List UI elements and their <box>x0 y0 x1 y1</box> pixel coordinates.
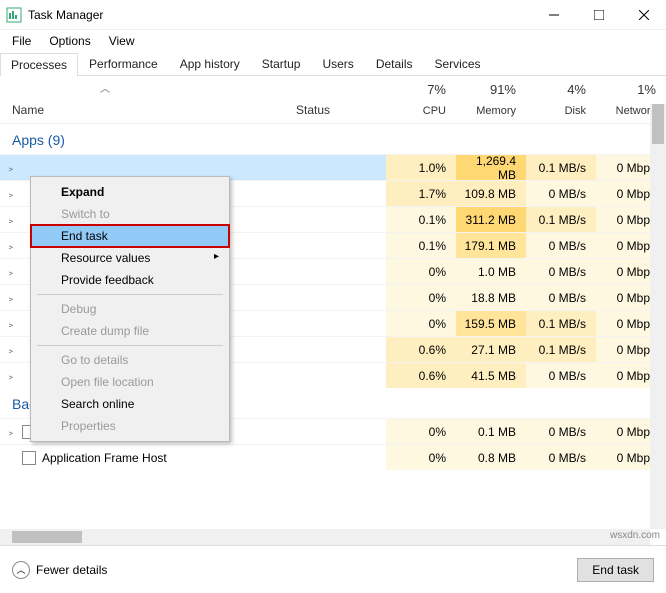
group-apps[interactable]: Apps (9) <box>0 124 666 154</box>
cpu-cell: 0% <box>386 259 456 284</box>
vertical-scrollbar[interactable] <box>650 104 666 529</box>
disk-cell: 0.1 MB/s <box>526 155 596 180</box>
menu-view[interactable]: View <box>101 32 143 50</box>
titlebar: Task Manager <box>0 0 666 30</box>
disk-cell: 0 MB/s <box>526 285 596 310</box>
menu-file[interactable]: File <box>4 32 39 50</box>
menu-options[interactable]: Options <box>41 32 98 50</box>
expand-icon[interactable]: ﹥ <box>0 238 22 253</box>
expand-icon[interactable]: ﹥ <box>0 342 22 357</box>
expand-icon[interactable]: ﹥ <box>0 316 22 331</box>
tab-performance[interactable]: Performance <box>78 52 169 75</box>
ctx-properties[interactable]: Properties <box>31 415 229 437</box>
column-headers: ︿ Name Status 7%CPU 91%Memory 4%Disk 1%N… <box>0 76 666 124</box>
memory-cell: 41.5 MB <box>456 363 526 388</box>
ctx-debug: Debug <box>31 298 229 320</box>
tab-processes[interactable]: Processes <box>0 53 78 76</box>
minimize-button[interactable] <box>531 0 576 30</box>
cpu-cell: 1.0% <box>386 155 456 180</box>
process-name: Application Frame Host <box>22 451 386 465</box>
ctx-expand[interactable]: Expand <box>31 181 229 203</box>
cpu-cell: 0.6% <box>386 363 456 388</box>
tab-startup[interactable]: Startup <box>251 52 312 75</box>
expand-icon[interactable]: ﹥ <box>0 186 22 201</box>
expand-icon[interactable]: ﹥ <box>0 290 22 305</box>
cpu-cell: 0.1% <box>386 233 456 258</box>
disk-cell: 0.1 MB/s <box>526 311 596 336</box>
memory-cell: 109.8 MB <box>456 181 526 206</box>
scroll-thumb[interactable] <box>652 104 664 144</box>
app-icon <box>6 7 22 23</box>
expand-icon[interactable]: ﹥ <box>0 160 22 175</box>
tab-strip: Processes Performance App history Startu… <box>0 52 666 76</box>
header-status[interactable]: Status <box>296 76 386 123</box>
header-memory[interactable]: 91%Memory <box>456 76 526 123</box>
ctx-resource-values[interactable]: Resource values <box>31 247 229 269</box>
window-title: Task Manager <box>28 8 103 22</box>
header-disk[interactable]: 4%Disk <box>526 76 596 123</box>
hscroll-thumb[interactable] <box>12 531 82 543</box>
memory-cell: 179.1 MB <box>456 233 526 258</box>
cpu-cell: 0% <box>386 445 456 470</box>
expand-icon[interactable]: ﹥ <box>0 368 22 383</box>
memory-cell: 1,269.4 MB <box>456 155 526 180</box>
close-button[interactable] <box>621 0 666 30</box>
ctx-separator <box>37 294 223 295</box>
watermark: wsxdn.com <box>610 530 660 541</box>
disk-cell: 0 MB/s <box>526 445 596 470</box>
disk-cell: 0 MB/s <box>526 233 596 258</box>
context-menu: Expand Switch to End task Resource value… <box>30 176 230 442</box>
disk-cell: 0.1 MB/s <box>526 337 596 362</box>
memory-cell: 311.2 MB <box>456 207 526 232</box>
process-icon <box>22 451 36 465</box>
memory-cell: 1.0 MB <box>456 259 526 284</box>
header-name-label: Name <box>12 103 44 117</box>
ctx-search-online[interactable]: Search online <box>31 393 229 415</box>
memory-cell: 0.1 MB <box>456 419 526 444</box>
table-row[interactable]: Application Frame Host 0% 0.8 MB 0 MB/s … <box>0 444 666 470</box>
memory-cell: 27.1 MB <box>456 337 526 362</box>
tab-users[interactable]: Users <box>311 52 364 75</box>
cpu-cell: 1.7% <box>386 181 456 206</box>
cpu-cell: 0% <box>386 311 456 336</box>
expand-icon[interactable]: ﹥ <box>0 264 22 279</box>
expand-icon[interactable]: ﹥ <box>0 212 22 227</box>
ctx-provide-feedback[interactable]: Provide feedback <box>31 269 229 291</box>
sort-caret-icon: ︿ <box>100 80 110 95</box>
tab-details[interactable]: Details <box>365 52 424 75</box>
maximize-button[interactable] <box>576 0 621 30</box>
disk-cell: 0 MB/s <box>526 419 596 444</box>
memory-cell: 0.8 MB <box>456 445 526 470</box>
ctx-go-to-details[interactable]: Go to details <box>31 349 229 371</box>
ctx-switch-to: Switch to <box>31 203 229 225</box>
ctx-end-task[interactable]: End task <box>31 225 229 247</box>
ctx-create-dump[interactable]: Create dump file <box>31 320 229 342</box>
header-name[interactable]: ︿ Name <box>0 76 296 123</box>
ctx-open-file-location[interactable]: Open file location <box>31 371 229 393</box>
tab-services[interactable]: Services <box>424 52 492 75</box>
fewer-details-label: Fewer details <box>36 563 107 577</box>
cpu-cell: 0.1% <box>386 207 456 232</box>
disk-cell: 0 MB/s <box>526 181 596 206</box>
memory-cell: 159.5 MB <box>456 311 526 336</box>
expand-icon[interactable]: ﹥ <box>0 424 22 439</box>
tab-app-history[interactable]: App history <box>169 52 251 75</box>
fewer-details-button[interactable]: ︿ Fewer details <box>12 561 107 579</box>
horizontal-scrollbar[interactable] <box>0 529 650 545</box>
cpu-cell: 0.6% <box>386 337 456 362</box>
disk-cell: 0.1 MB/s <box>526 207 596 232</box>
chevron-up-icon: ︿ <box>12 561 30 579</box>
cpu-cell: 0% <box>386 285 456 310</box>
disk-cell: 0 MB/s <box>526 259 596 284</box>
memory-cell: 18.8 MB <box>456 285 526 310</box>
end-task-button[interactable]: End task <box>577 558 654 582</box>
ctx-separator <box>37 345 223 346</box>
header-cpu[interactable]: 7%CPU <box>386 76 456 123</box>
disk-cell: 0 MB/s <box>526 363 596 388</box>
menubar: File Options View <box>0 30 666 52</box>
footer: ︿ Fewer details End task <box>0 545 666 593</box>
cpu-cell: 0% <box>386 419 456 444</box>
